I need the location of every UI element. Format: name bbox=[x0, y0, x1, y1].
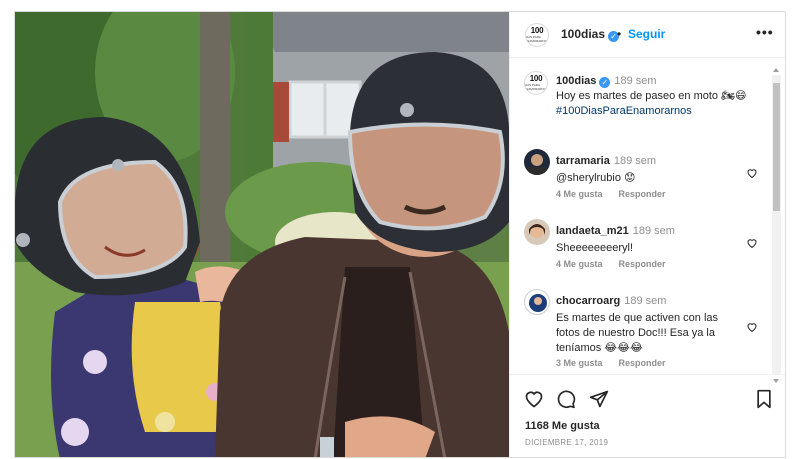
post-panel: 100 DIAS PARA ENAMORARNOS 100dias ✓ • Seg… bbox=[509, 12, 785, 457]
scrollbar-thumb[interactable] bbox=[773, 83, 780, 211]
comment-username[interactable]: landaeta_m21 bbox=[556, 225, 629, 237]
comment-username[interactable]: chocarroarg bbox=[556, 295, 620, 307]
comment-likes[interactable]: 3 Me gusta bbox=[556, 358, 603, 368]
comments-scrollbar[interactable] bbox=[772, 75, 781, 375]
avatar-logo-text: 100 bbox=[529, 74, 543, 83]
commenter-avatar-image bbox=[528, 154, 546, 175]
post-date[interactable]: DICIEMBRE 17, 2019 bbox=[525, 438, 608, 447]
reply-button[interactable]: Responder bbox=[619, 189, 666, 199]
comment-text-line: teníamos 😂😂😂 bbox=[556, 342, 643, 354]
reply-button[interactable]: Responder bbox=[619, 259, 666, 269]
commenter-avatar-image bbox=[529, 224, 545, 238]
comment-text-line: Es martes de que activen con las bbox=[556, 312, 719, 324]
comment: landaeta_m21 189 sem Sheeeeeeeeryl! bbox=[556, 221, 756, 256]
comment-time[interactable]: 189 sem bbox=[614, 155, 656, 167]
comment-time[interactable]: 189 sem bbox=[624, 295, 666, 307]
account-username[interactable]: 100dias ✓ bbox=[561, 27, 620, 42]
post-actions: 1168 Me gusta DICIEMBRE 17, 2019 bbox=[510, 374, 785, 457]
post-photo[interactable] bbox=[15, 12, 509, 457]
avatar-logo-subtext: DIAS PARA ENAMORARNOS bbox=[525, 35, 549, 43]
commenter-avatar[interactable] bbox=[524, 289, 550, 315]
avatar-logo-text: 100 bbox=[530, 26, 544, 35]
comment-heart-icon[interactable] bbox=[746, 237, 758, 249]
post-header: 100 DIAS PARA ENAMORARNOS 100dias ✓ • Seg… bbox=[510, 12, 785, 58]
caption-text: Hoy es martes de paseo en moto 🏍😄 bbox=[556, 90, 747, 102]
likes-count[interactable]: 1168 Me gusta bbox=[525, 420, 600, 432]
comment-likes[interactable]: 4 Me gusta bbox=[556, 189, 603, 199]
avatar-logo-subtext: DIAS PARA ENAMORARNOS bbox=[524, 83, 548, 91]
caption-avatar[interactable]: 100 DIAS PARA ENAMORARNOS bbox=[524, 71, 548, 95]
commenter-avatar[interactable] bbox=[524, 149, 550, 175]
commenter-avatar-image bbox=[529, 294, 547, 312]
comment-text: Sheeeeeeeeryl! bbox=[556, 242, 634, 254]
post-card: 100 DIAS PARA ENAMORARNOS 100dias ✓ • Seg… bbox=[14, 11, 786, 458]
share-icon[interactable] bbox=[589, 389, 609, 409]
heart-icon[interactable] bbox=[524, 389, 544, 409]
comment-icon[interactable] bbox=[556, 389, 576, 409]
scroll-up-arrow-icon[interactable] bbox=[773, 68, 779, 72]
comment-meta: 4 Me gusta Responder bbox=[556, 189, 682, 199]
comment-meta: 3 Me gusta Responder bbox=[556, 358, 682, 368]
caption-username[interactable]: 100dias bbox=[556, 75, 596, 87]
follow-button[interactable]: Seguir bbox=[628, 27, 665, 41]
caption-hashtag[interactable]: #100DiasParaEnamorarnos bbox=[556, 104, 766, 119]
commenter-avatar[interactable] bbox=[524, 219, 550, 245]
comment: chocarroarg 189 sem Es martes de que acti… bbox=[556, 291, 766, 356]
comment-heart-icon[interactable] bbox=[746, 167, 758, 179]
comment-meta: 4 Me gusta Responder bbox=[556, 259, 682, 269]
comment-text-line: fotos de nuestro Doc!!! Esa ya la bbox=[556, 327, 715, 339]
bookmark-icon[interactable] bbox=[754, 389, 774, 409]
comment-time[interactable]: 189 sem bbox=[633, 225, 675, 237]
comment-likes[interactable]: 4 Me gusta bbox=[556, 259, 603, 269]
comment-heart-icon[interactable] bbox=[746, 321, 758, 333]
account-avatar[interactable]: 100 DIAS PARA ENAMORARNOS bbox=[525, 23, 549, 47]
comment-username[interactable]: tarramaria bbox=[556, 155, 610, 167]
comment-text: @sherylrubio 😟 bbox=[556, 172, 636, 184]
reply-button[interactable]: Responder bbox=[619, 358, 666, 368]
comments-list[interactable]: 100 DIAS PARA ENAMORARNOS 100dias ✓ 189 se… bbox=[510, 59, 785, 374]
account-username-text: 100dias bbox=[561, 27, 606, 41]
photo-illustration bbox=[15, 12, 509, 457]
comment: tarramaria 189 sem @sherylrubio 😟 bbox=[556, 151, 756, 186]
caption-time[interactable]: 189 sem bbox=[614, 75, 656, 87]
verified-badge-icon: ✓ bbox=[599, 77, 611, 88]
caption: 100dias ✓ 189 sem Hoy es martes de paseo e… bbox=[556, 71, 766, 119]
more-options-icon[interactable]: ••• bbox=[756, 24, 774, 40]
separator-dot: • bbox=[617, 27, 622, 41]
